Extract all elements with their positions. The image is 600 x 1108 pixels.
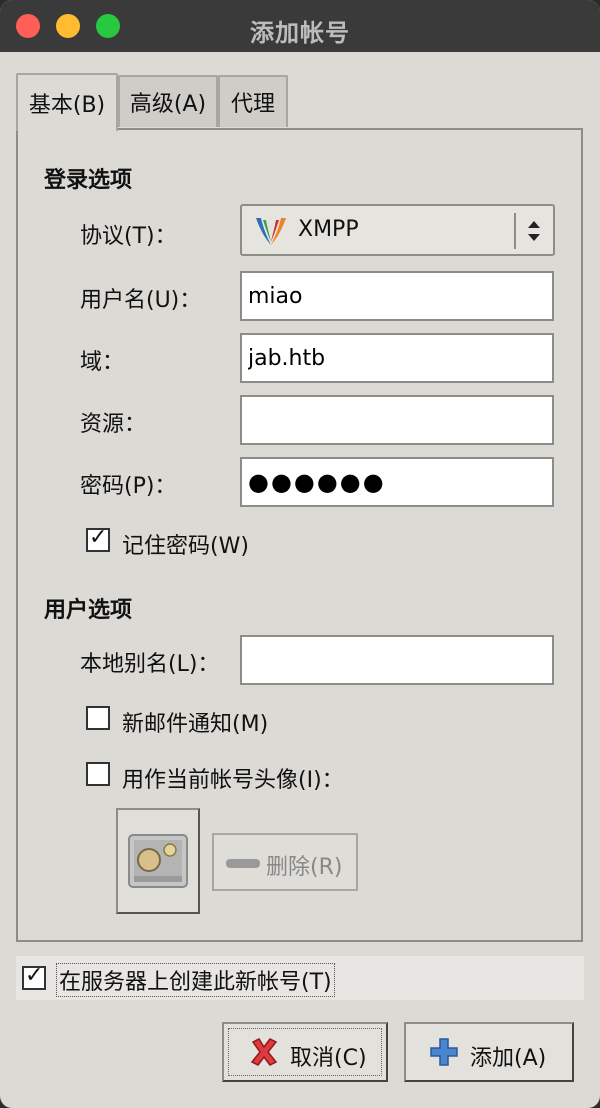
blue-plus-icon [430, 1038, 458, 1066]
delete-avatar-button[interactable]: 删除(R) [212, 833, 358, 891]
add-label: 添加(A) [470, 1046, 547, 1071]
use-avatar-checkbox[interactable] [86, 762, 110, 786]
red-x-icon [250, 1038, 278, 1066]
protocol-label: 协议(T)： [80, 224, 177, 249]
use-avatar-label: 用作当前帐号头像(I)： [122, 768, 344, 793]
username-input[interactable] [240, 271, 554, 321]
password-input[interactable] [240, 457, 554, 507]
avatar-picker-button[interactable] [116, 808, 200, 914]
create-on-server-checkbox[interactable] [22, 963, 46, 990]
add-account-window: 添加帐号 基本(B) 高级(A) 代理 登录选项 协议(T)： XMPP 用户名… [0, 0, 600, 1108]
cancel-label: 取消(C) [290, 1046, 367, 1071]
combo-separator [514, 213, 516, 249]
new-mail-checkbox[interactable] [86, 706, 110, 730]
create-on-server-label: 在服务器上创建此新帐号(T) [56, 963, 335, 997]
add-button[interactable]: 添加(A) [404, 1022, 574, 1082]
create-on-server-row: 在服务器上创建此新帐号(T) [16, 956, 584, 1000]
xmpp-logo-icon [256, 218, 286, 245]
resource-input[interactable] [240, 395, 554, 445]
cancel-button[interactable]: 取消(C) [222, 1022, 388, 1082]
password-label: 密码(P)： [80, 474, 177, 499]
remember-password-label: 记住密码(W) [122, 534, 249, 559]
new-mail-label: 新邮件通知(M) [122, 712, 269, 737]
username-label: 用户名(U)： [80, 288, 202, 313]
image-icon [128, 834, 188, 888]
protocol-value: XMPP [298, 217, 359, 242]
resource-label: 资源： [80, 412, 147, 437]
protocol-select[interactable]: XMPP [240, 204, 555, 256]
delete-avatar-label: 删除(R) [266, 855, 343, 880]
remember-password-checkbox[interactable] [86, 525, 110, 552]
domain-input[interactable] [240, 333, 554, 383]
user-options-heading: 用户选项 [44, 598, 133, 623]
local-alias-label: 本地别名(L)： [80, 652, 220, 677]
domain-label: 域： [80, 350, 125, 375]
combo-arrows-icon [528, 221, 540, 241]
minus-icon [226, 859, 260, 868]
local-alias-input[interactable] [240, 635, 554, 685]
login-options-heading: 登录选项 [44, 168, 133, 193]
